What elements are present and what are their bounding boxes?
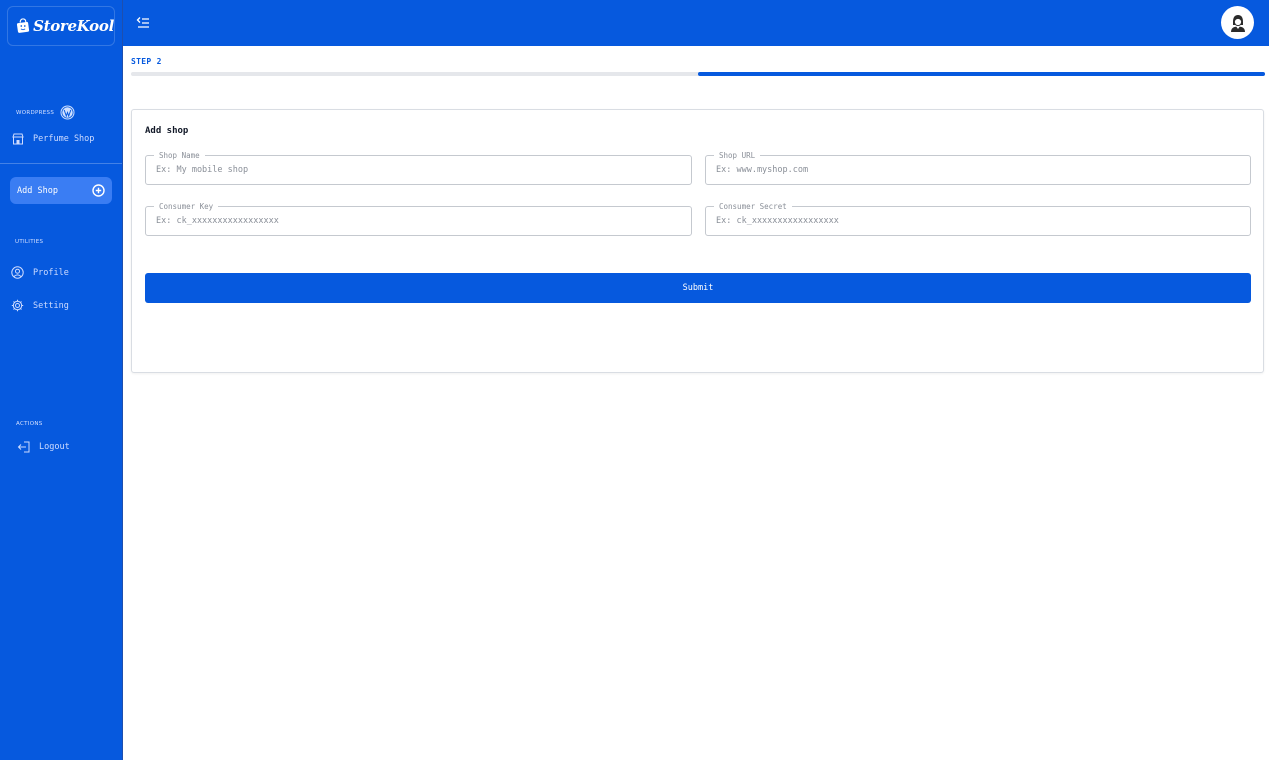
add-shop-label: Add Shop <box>17 185 58 196</box>
consumer-secret-input[interactable] <box>706 207 1250 235</box>
menu-toggle-icon[interactable] <box>136 16 150 30</box>
step-progress-track <box>131 72 1265 76</box>
wordpress-icon <box>60 105 75 120</box>
shop-url-input[interactable] <box>706 156 1250 184</box>
store-icon <box>12 133 24 145</box>
submit-button[interactable]: Submit <box>145 273 1251 303</box>
logo[interactable]: StoreKool <box>7 6 115 46</box>
consumer-key-field: Consumer Key <box>145 201 692 236</box>
section-label-text: WORDPRESS <box>16 109 55 116</box>
sidebar-item-label: Profile <box>33 267 69 278</box>
step-progress-fill <box>698 72 1265 76</box>
user-circle-icon <box>11 266 24 279</box>
sidebar-item-perfume-shop[interactable]: Perfume Shop <box>12 133 94 145</box>
logout-icon <box>17 441 30 453</box>
sidebar-item-label: Perfume Shop <box>33 134 95 144</box>
section-label-wordpress: WORDPRESS <box>16 105 75 120</box>
sidebar: StoreKool WORDPRESS Perfume Shop Add Sho… <box>0 0 123 760</box>
card-title: Add shop <box>145 126 189 136</box>
plus-circle-icon <box>92 184 105 197</box>
shop-url-field: Shop URL <box>705 150 1251 185</box>
shop-name-field: Shop Name <box>145 150 692 185</box>
sidebar-item-logout[interactable]: Logout <box>17 441 70 453</box>
sidebar-divider <box>0 163 122 164</box>
section-label-utilities: UTILITIES <box>15 239 44 245</box>
gear-icon <box>11 299 24 312</box>
user-avatar[interactable] <box>1221 6 1254 39</box>
section-label-actions: ACTIONS <box>16 421 43 427</box>
sidebar-item-label: Logout <box>39 442 70 452</box>
consumer-secret-field: Consumer Secret <box>705 201 1251 236</box>
user-avatar-icon <box>1230 14 1245 32</box>
top-header <box>123 0 1269 46</box>
add-shop-button[interactable]: Add Shop <box>10 177 112 204</box>
sidebar-item-profile[interactable]: Profile <box>11 266 69 279</box>
logo-text: StoreKool <box>33 17 114 35</box>
sidebar-item-setting[interactable]: Setting <box>11 299 69 312</box>
shop-name-input[interactable] <box>146 156 691 184</box>
storekool-logo-icon <box>16 18 30 33</box>
add-shop-card: Add shop Shop Name Shop URL Consumer Key… <box>131 109 1264 373</box>
consumer-key-input[interactable] <box>146 207 691 235</box>
sidebar-item-label: Setting <box>33 300 69 311</box>
step-label: STEP 2 <box>131 57 162 66</box>
